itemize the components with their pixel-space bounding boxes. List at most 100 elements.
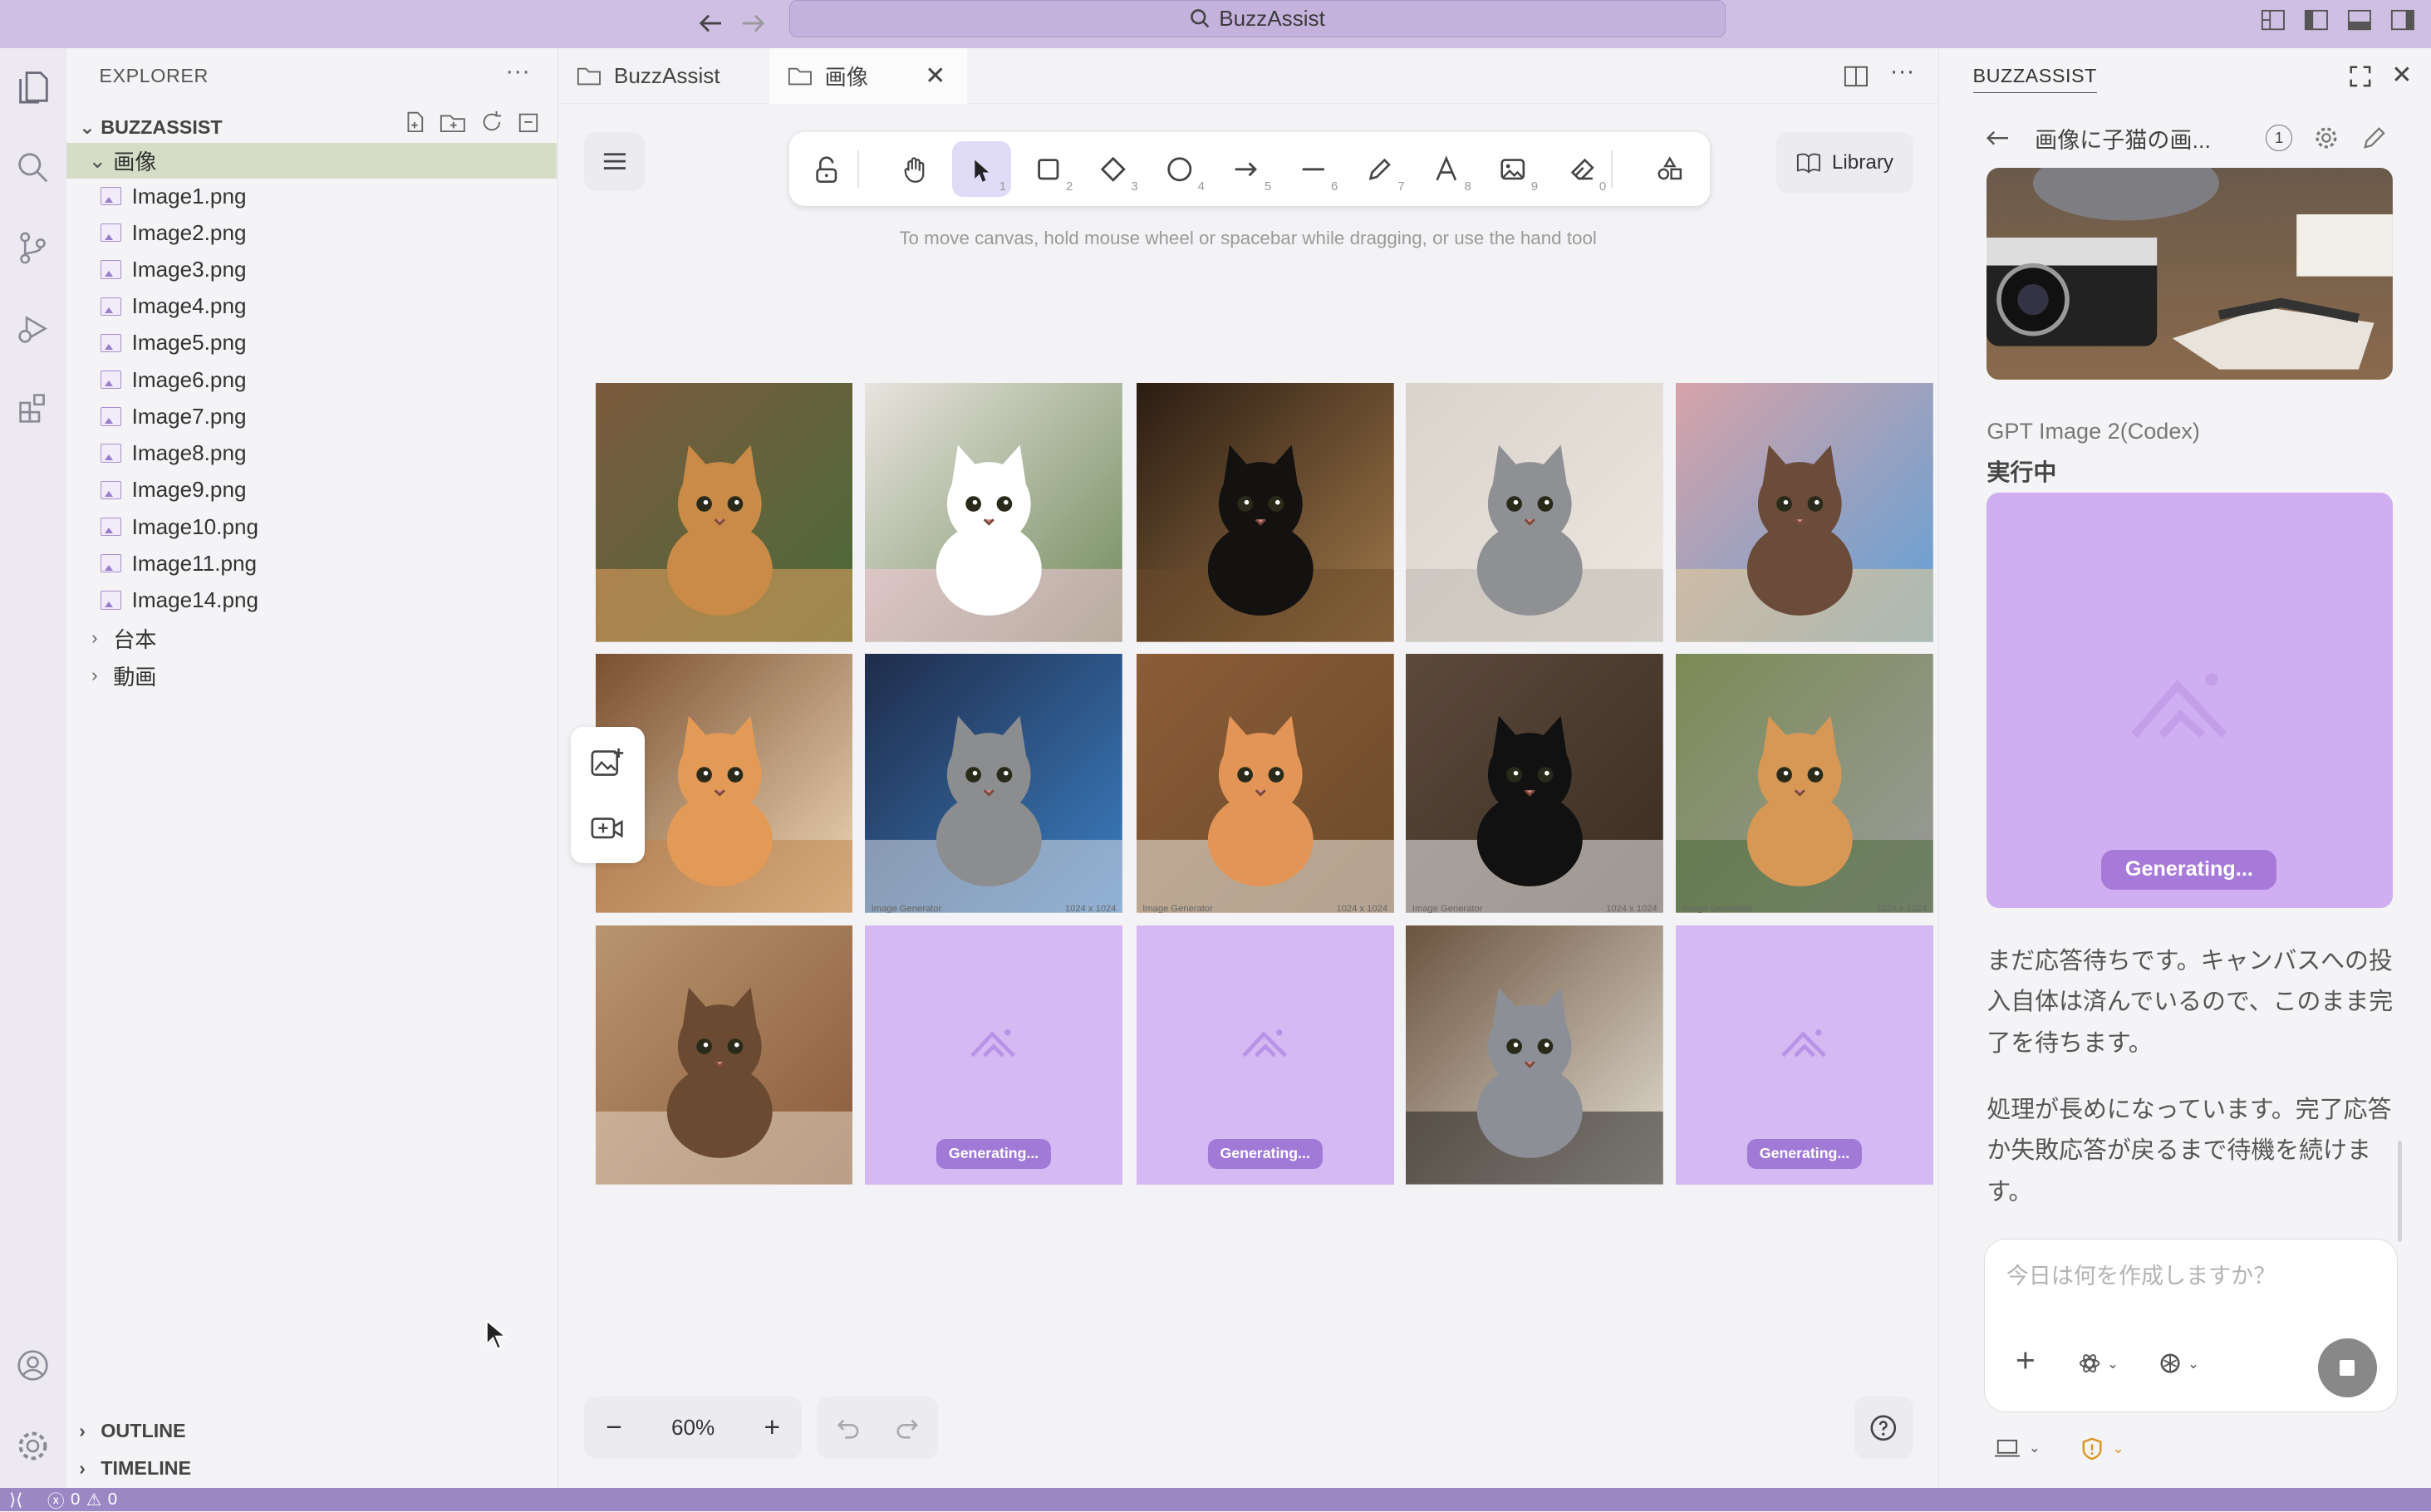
kitten-image[interactable]: Image Generator 1024 x 1024	[1406, 654, 1664, 914]
remote-icon[interactable]: ⟩⟨	[9, 1490, 22, 1510]
canvas-menu-button[interactable]	[584, 131, 646, 191]
file-item[interactable]: Image4.png	[66, 288, 557, 324]
tab-images[interactable]: 画像 ✕	[769, 47, 968, 105]
generating-placeholder[interactable]: Generating...	[1136, 925, 1394, 1185]
file-item[interactable]: Image7.png	[66, 399, 557, 434]
new-file-icon[interactable]	[402, 110, 427, 135]
file-item[interactable]: Image3.png	[66, 252, 557, 287]
search-icon	[1190, 9, 1210, 28]
layout-icon[interactable]	[2257, 6, 2288, 34]
kitten-image[interactable]	[1136, 382, 1394, 642]
kitten-image[interactable]	[1406, 382, 1664, 642]
settings-gear-icon[interactable]	[6, 1420, 58, 1472]
file-item[interactable]: Image11.png	[66, 546, 557, 582]
kitten-image[interactable]	[595, 925, 853, 1185]
folder-video[interactable]: › 動画	[66, 657, 557, 693]
close-icon[interactable]: ✕	[925, 61, 945, 91]
add-video-icon[interactable]	[591, 814, 625, 842]
kitten-image[interactable]: Image Generator 1024 x 1024	[865, 654, 1122, 914]
permission-selector[interactable]: ⌄	[2081, 1437, 2124, 1460]
error-count: 0	[71, 1490, 81, 1510]
back-arrow-icon[interactable]	[1985, 129, 2010, 147]
shield-alert-icon	[2082, 1437, 2102, 1460]
file-item[interactable]: Image10.png	[66, 509, 557, 545]
new-folder-icon[interactable]	[440, 110, 468, 135]
line-tool[interactable]: 6	[1284, 141, 1343, 197]
source-control-icon[interactable]	[6, 222, 58, 274]
redo-icon[interactable]	[895, 1417, 920, 1439]
back-arrow-icon[interactable]	[693, 6, 727, 40]
cursor-tool[interactable]: 1	[951, 140, 1011, 197]
device-selector[interactable]: ⌄	[1994, 1439, 2041, 1457]
search-icon[interactable]	[6, 141, 58, 194]
maximize-icon[interactable]	[2348, 64, 2373, 89]
help-button[interactable]	[1854, 1397, 1913, 1459]
rectangle-tool[interactable]: 2	[1019, 141, 1078, 197]
collapse-all-icon[interactable]	[517, 110, 542, 135]
scrollbar[interactable]	[2397, 1141, 2403, 1242]
image-file-icon	[101, 260, 121, 279]
library-button[interactable]: Library	[1776, 131, 1913, 194]
problems-indicator[interactable]: ⓧ 0 ⚠ 0	[47, 1487, 117, 1511]
undo-icon[interactable]	[836, 1417, 861, 1439]
model-selector[interactable]: ⌄	[2159, 1352, 2199, 1374]
file-item[interactable]: Image2.png	[66, 215, 557, 251]
forward-arrow-icon[interactable]	[736, 6, 770, 40]
kitten-image[interactable]: Image Generator 1024 x 1024	[1676, 654, 1933, 914]
hand-tool[interactable]	[885, 141, 944, 197]
generating-placeholder[interactable]: Generating...	[865, 925, 1122, 1185]
close-icon[interactable]: ✕	[2391, 61, 2412, 90]
lock-open-tool[interactable]	[797, 141, 856, 197]
stop-button[interactable]	[2317, 1338, 2377, 1398]
file-item[interactable]: Image5.png	[66, 325, 557, 361]
tab-buzzassist[interactable]: BuzzAssist	[558, 48, 768, 104]
zoom-out-button[interactable]: −	[584, 1412, 643, 1444]
refresh-icon[interactable]	[479, 110, 504, 135]
run-debug-icon[interactable]	[6, 302, 58, 355]
arrow-tool[interactable]: 5	[1217, 141, 1276, 197]
kitten-image[interactable]	[865, 382, 1122, 642]
file-item[interactable]: Image8.png	[66, 435, 557, 471]
add-attachment-icon[interactable]: +	[2016, 1343, 2036, 1377]
split-editor-icon[interactable]	[1844, 64, 1869, 89]
edit-icon[interactable]	[2362, 125, 2387, 150]
generating-placeholder[interactable]: Generating...	[1676, 925, 1933, 1185]
panel-toggle-icon[interactable]	[2344, 6, 2375, 34]
chevron-right-icon: ›	[79, 1456, 86, 1479]
shapes-tool[interactable]	[1640, 141, 1699, 197]
folder-images[interactable]: ⌄ 画像	[66, 142, 557, 179]
timeline-section[interactable]: › TIMELINE	[79, 1452, 191, 1483]
file-item[interactable]: Image1.png	[66, 179, 557, 214]
sidebar-toggle-icon[interactable]	[2301, 6, 2331, 34]
more-actions-icon[interactable]: ···	[505, 57, 530, 86]
chat-input[interactable]: 今日は何を作成しますか？	[2006, 1258, 2276, 1290]
more-actions-icon[interactable]: ···	[1890, 57, 1915, 86]
ellipse-tool[interactable]: 4	[1151, 141, 1210, 197]
text-tool[interactable]: 8	[1417, 141, 1476, 197]
add-image-icon[interactable]	[591, 747, 625, 778]
zoom-in-button[interactable]: +	[743, 1412, 802, 1444]
thread-count-badge[interactable]: 1	[2266, 125, 2292, 151]
pencil-tool[interactable]: 7	[1350, 141, 1409, 197]
gear-icon[interactable]	[2314, 125, 2339, 150]
command-center[interactable]: BuzzAssist	[788, 0, 1726, 37]
file-item[interactable]: Image14.png	[66, 582, 557, 618]
outline-section[interactable]: › OUTLINE	[79, 1416, 185, 1446]
image-tool[interactable]: 9	[1484, 141, 1543, 197]
diamond-tool[interactable]: 3	[1083, 141, 1142, 197]
kitten-image[interactable]	[1406, 925, 1664, 1185]
kitten-image[interactable]	[1676, 382, 1933, 642]
image-file-icon	[101, 407, 121, 426]
folder-script[interactable]: › 台本	[66, 620, 557, 655]
eraser-tool[interactable]: 0	[1552, 141, 1611, 197]
kitten-image[interactable]	[595, 382, 853, 642]
extensions-icon[interactable]	[6, 381, 58, 434]
mode-selector[interactable]: ⌄	[2079, 1352, 2119, 1374]
files-icon[interactable]	[6, 61, 58, 113]
kitten-image[interactable]: Image Generator 1024 x 1024	[1136, 654, 1394, 914]
drawing-canvas[interactable]: 1 2 3 4 5 6 7 8 9 0 Library To move canvas, hold …	[557, 104, 1938, 1489]
file-item[interactable]: Image6.png	[66, 362, 557, 398]
secondary-sidebar-toggle-icon[interactable]	[2388, 6, 2419, 34]
account-icon[interactable]	[6, 1339, 58, 1392]
file-item[interactable]: Image9.png	[66, 472, 557, 508]
